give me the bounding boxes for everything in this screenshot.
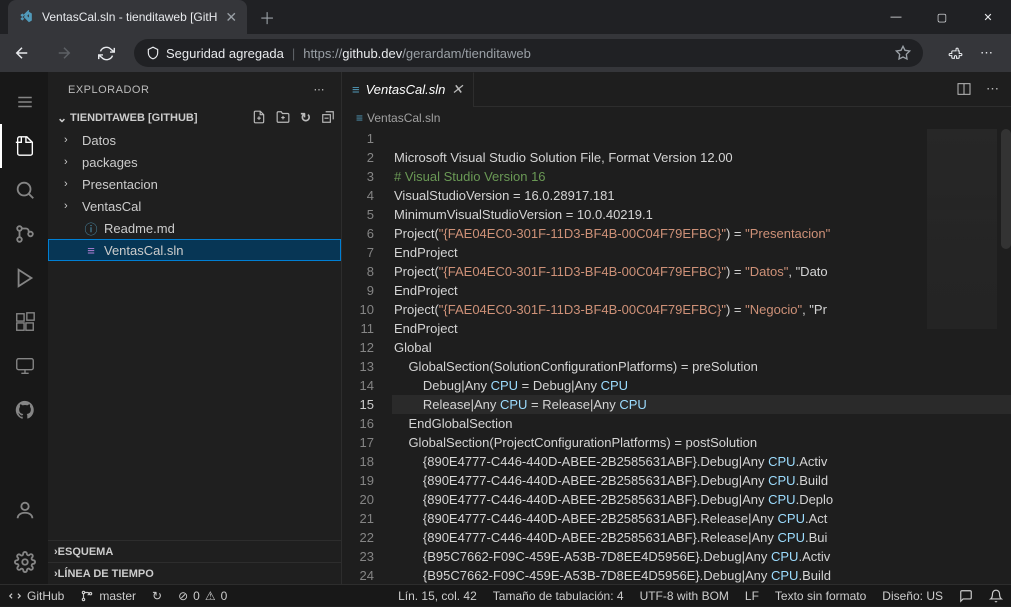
browser-toolbar: Seguridad agregada | https://github.dev/…	[0, 34, 1011, 72]
encoding[interactable]: UTF-8 with BOM	[632, 585, 737, 607]
notifications-icon[interactable]	[981, 585, 1011, 607]
remote-indicator[interactable]: GitHub	[0, 585, 72, 607]
sidebar-more-icon[interactable]: ⋯	[314, 83, 326, 96]
tree-item-label: Presentacion	[82, 177, 158, 192]
collapse-all-icon[interactable]	[321, 110, 335, 126]
editor-more-icon[interactable]: ⋯	[986, 81, 999, 97]
url: https://github.dev/gerardam/tienditaweb	[303, 46, 531, 61]
explorer-icon[interactable]	[0, 124, 48, 168]
file-item[interactable]: ≡ VentasCal.sln	[48, 239, 341, 261]
window-close-button[interactable]: ✕	[965, 0, 1011, 34]
github-icon[interactable]	[0, 388, 48, 432]
error-icon: ⊘	[178, 589, 188, 603]
git-branch[interactable]: master	[72, 585, 144, 607]
account-icon[interactable]	[0, 488, 48, 532]
folder-item[interactable]: › packages	[48, 151, 341, 173]
browser-titlebar: VentasCal.sln - tienditaweb [GitH ✕ ＋ ― …	[0, 0, 1011, 34]
browser-tab[interactable]: VentasCal.sln - tienditaweb [GitH ✕	[8, 0, 247, 34]
editor-tab[interactable]: ≡ VentasCal.sln ✕	[342, 72, 474, 107]
editor-tabs: ≡ VentasCal.sln ✕ ⋯	[342, 72, 1011, 107]
source-control-icon[interactable]	[0, 212, 48, 256]
vscode-icon	[18, 9, 34, 25]
maximize-button[interactable]: ▢	[919, 0, 965, 34]
search-icon[interactable]	[0, 168, 48, 212]
keyboard-layout[interactable]: Diseño: US	[874, 585, 951, 607]
vscode-window: EXPLORADOR ⋯ ⌄ TIENDITAWEB [GITHUB] ↻ › D…	[0, 72, 1011, 584]
split-editor-icon[interactable]	[956, 81, 972, 97]
eol[interactable]: LF	[737, 585, 767, 607]
tree-item-label: VentasCal.sln	[104, 243, 184, 258]
new-tab-button[interactable]: ＋	[259, 5, 275, 29]
back-button[interactable]	[8, 44, 36, 62]
folder-item[interactable]: › VentasCal	[48, 195, 341, 217]
code-editor[interactable]: 123456789101112131415161718192021222324 …	[342, 129, 1011, 584]
workspace-section[interactable]: ⌄ TIENDITAWEB [GITHUB] ↻	[48, 107, 341, 129]
extensions-view-icon[interactable]	[0, 300, 48, 344]
indentation[interactable]: Tamaño de tabulación: 4	[485, 585, 632, 607]
security-chip[interactable]: Seguridad agregada	[146, 46, 284, 61]
star-icon[interactable]	[895, 45, 911, 61]
file-icon: ⓘ	[82, 219, 100, 238]
chevron-right-icon: ›	[64, 156, 78, 168]
chevron-right-icon: ›	[64, 178, 78, 190]
close-icon[interactable]: ✕	[451, 81, 463, 98]
tree-item-label: Datos	[82, 133, 116, 148]
sidebar-title: EXPLORADOR	[68, 84, 149, 96]
folder-item[interactable]: › Datos	[48, 129, 341, 151]
code-content[interactable]: Microsoft Visual Studio Solution File, F…	[392, 129, 1011, 584]
language-mode[interactable]: Texto sin formato	[767, 585, 874, 607]
activity-bar	[0, 72, 48, 584]
file-item[interactable]: ⓘ Readme.md	[48, 217, 341, 239]
problems[interactable]: ⊘0 ⚠0	[170, 585, 235, 607]
folder-item[interactable]: › Presentacion	[48, 173, 341, 195]
reload-button[interactable]	[92, 45, 120, 62]
feedback-icon[interactable]	[951, 585, 981, 607]
editor-area: ≡ VentasCal.sln ✕ ⋯ ≡ VentasCal.sln 1234…	[342, 72, 1011, 584]
file-tree: › Datos › packages › Presentacion › VentasCal ⓘ R…	[48, 129, 341, 540]
refresh-icon[interactable]: ↻	[300, 110, 311, 126]
chevron-down-icon: ⌄	[54, 111, 70, 125]
warning-icon: ⚠	[205, 589, 216, 603]
extensions-icon[interactable]	[947, 45, 964, 62]
editor-tab-label: VentasCal.sln	[366, 82, 446, 97]
remote-explorer-icon[interactable]	[0, 344, 48, 388]
minimize-button[interactable]: ―	[873, 0, 919, 34]
sync-button[interactable]: ↻	[144, 585, 170, 607]
menu-icon[interactable]	[0, 80, 48, 124]
browser-menu-button[interactable]: ⋯	[980, 45, 993, 61]
forward-button	[50, 44, 78, 62]
tree-item-label: Readme.md	[104, 221, 175, 236]
file-icon: ≡	[356, 111, 363, 125]
cursor-position[interactable]: Lín. 15, col. 42	[390, 585, 485, 607]
settings-gear-icon[interactable]	[0, 540, 48, 584]
workspace-name: TIENDITAWEB [GITHUB]	[70, 112, 198, 124]
timeline-section[interactable]: › LÍNEA DE TIEMPO	[48, 562, 341, 584]
file-icon: ≡	[82, 243, 100, 258]
address-bar[interactable]: Seguridad agregada | https://github.dev/…	[134, 39, 923, 67]
new-folder-icon[interactable]	[276, 110, 290, 126]
window-controls: ― ▢ ✕	[873, 0, 1011, 34]
close-icon[interactable]: ✕	[225, 9, 237, 26]
file-icon: ≡	[352, 82, 360, 97]
status-bar: GitHub master ↻ ⊘0 ⚠0 Lín. 15, col. 42 T…	[0, 584, 1011, 606]
shield-icon	[146, 46, 160, 60]
run-debug-icon[interactable]	[0, 256, 48, 300]
tree-item-label: VentasCal	[82, 199, 141, 214]
browser-tab-title: VentasCal.sln - tienditaweb [GitH	[42, 10, 217, 24]
outline-section[interactable]: › ESQUEMA	[48, 540, 341, 562]
explorer-sidebar: EXPLORADOR ⋯ ⌄ TIENDITAWEB [GITHUB] ↻ › D…	[48, 72, 342, 584]
chevron-right-icon: ›	[64, 200, 78, 212]
tree-item-label: packages	[82, 155, 138, 170]
breadcrumbs[interactable]: ≡ VentasCal.sln	[342, 107, 1011, 129]
line-gutter: 123456789101112131415161718192021222324	[342, 129, 392, 584]
new-file-icon[interactable]	[252, 110, 266, 126]
chevron-right-icon: ›	[64, 134, 78, 146]
workspace-actions: ↻	[252, 110, 335, 126]
sidebar-header: EXPLORADOR ⋯	[48, 72, 341, 107]
